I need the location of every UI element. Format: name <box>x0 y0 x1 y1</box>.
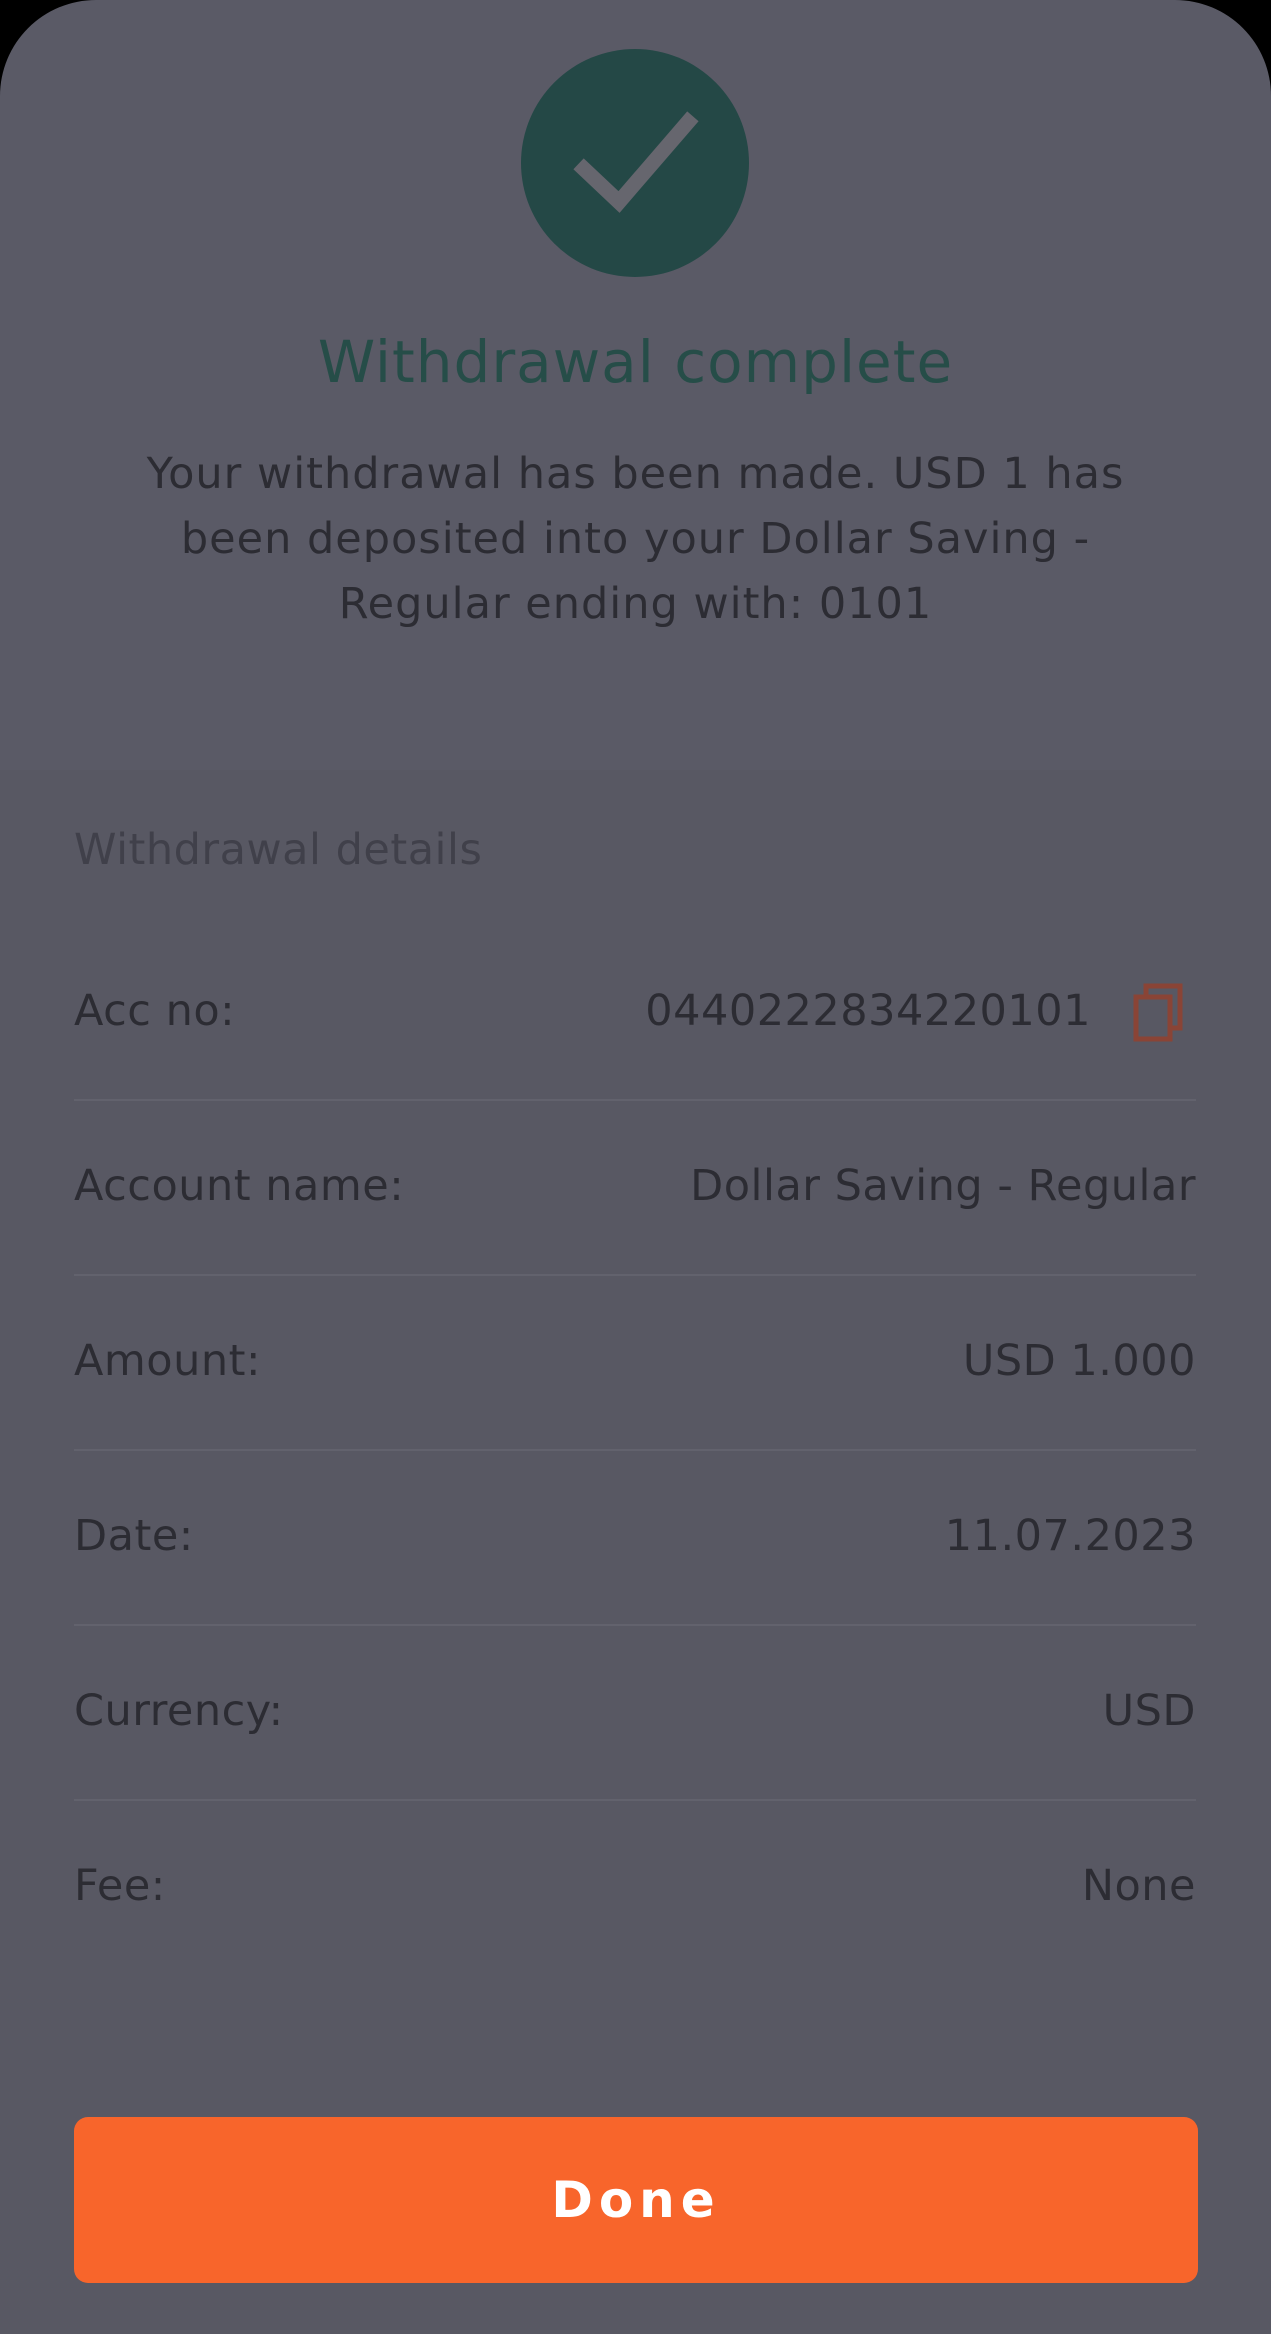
success-badge <box>521 49 749 277</box>
confirmation-header: Withdrawal complete Your withdrawal has … <box>0 0 1271 770</box>
detail-row-account-number: Acc no: 0440222834220101 <box>74 926 1196 1101</box>
detail-row-fee: Fee: None <box>74 1801 1196 1976</box>
done-button[interactable]: Done <box>74 2117 1198 2283</box>
confirmation-message: Your withdrawal has been made. USD 1 has… <box>146 449 1125 629</box>
detail-label: Account name: <box>74 1161 405 1211</box>
detail-row-currency: Currency: USD <box>74 1626 1196 1801</box>
detail-row-account-name: Account name: Dollar Saving - Regular <box>74 1101 1196 1276</box>
detail-value: 11.07.2023 <box>944 1511 1196 1561</box>
detail-value: USD <box>1102 1686 1196 1736</box>
detail-label: Currency: <box>74 1686 284 1736</box>
detail-label: Amount: <box>74 1336 261 1386</box>
detail-label: Acc no: <box>74 986 236 1036</box>
detail-value: 0440222834220101 <box>645 986 1091 1036</box>
checkmark-icon <box>573 111 699 213</box>
withdrawal-complete-screen: Withdrawal complete Your withdrawal has … <box>0 0 1271 2334</box>
detail-label: Date: <box>74 1511 194 1561</box>
detail-value: Dollar Saving - Regular <box>690 1161 1196 1211</box>
details-heading: Withdrawal details <box>74 825 483 875</box>
detail-row-amount: Amount: USD 1.000 <box>74 1276 1196 1451</box>
page-title: Withdrawal complete <box>317 328 954 396</box>
withdrawal-details-panel: Withdrawal details Acc no: 0440222834220… <box>0 770 1271 2334</box>
detail-value: USD 1.000 <box>962 1336 1196 1386</box>
copy-icon[interactable] <box>1132 983 1186 1043</box>
detail-value: None <box>1081 1861 1196 1911</box>
detail-label: Fee: <box>74 1861 166 1911</box>
detail-row-date: Date: 11.07.2023 <box>74 1451 1196 1626</box>
